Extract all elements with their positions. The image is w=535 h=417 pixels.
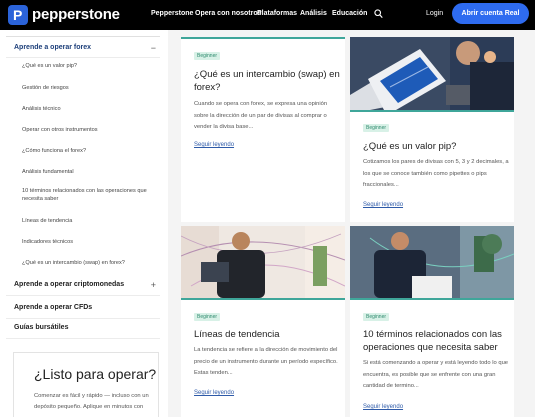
level-badge: Beginner — [363, 313, 390, 321]
sidebar-section-cripto[interactable]: Aprende a operar criptomonedas + — [6, 274, 160, 296]
article-card[interactable]: Beginner ¿Qué es un intercambio (swap) e… — [181, 37, 345, 222]
sidebar-item-otros-instrumentos[interactable]: Operar con otros instrumentos — [22, 126, 160, 134]
card-accent-bar — [181, 298, 345, 300]
sidebar-section-forex[interactable]: Aprende a operar forex − — [6, 36, 160, 58]
card-accent-bar — [350, 110, 514, 112]
sidebar-item-gestion-riesgos[interactable]: Gestión de riesgos — [22, 84, 160, 92]
article-image[interactable] — [350, 226, 514, 298]
nav-link-educacion[interactable]: Educación — [332, 10, 367, 17]
search-icon[interactable] — [374, 9, 383, 19]
expand-icon[interactable]: + — [151, 274, 156, 296]
logo-letter: P — [13, 7, 23, 23]
card-accent-bar — [350, 298, 514, 300]
sidebar-item-analisis-fundamental[interactable]: Análisis fundamental — [22, 168, 160, 176]
article-excerpt: Si está comenzando a operar y está leyen… — [363, 360, 509, 389]
nav-link-plataformas[interactable]: Plataformas — [257, 10, 297, 17]
level-badge: Beginner — [363, 124, 390, 132]
collapse-icon[interactable]: − — [151, 37, 156, 59]
sidebar-item-valor-pip[interactable]: ¿Qué es un valor pip? — [22, 62, 160, 70]
top-navigation: P pepperstone Pepperstone Opera con noso… — [0, 0, 535, 30]
sidebar-item-analisis-tecnico[interactable]: Análisis técnico — [22, 105, 160, 113]
read-more-link[interactable]: Seguir leyendo — [363, 404, 403, 410]
article-excerpt: La tendencia se refiere a la dirección d… — [194, 347, 338, 376]
sidebar-item-10-terminos[interactable]: 10 términos relacionados con las operaci… — [22, 187, 160, 203]
article-card[interactable]: Beginner Líneas de tendencia La tendenci… — [181, 226, 345, 417]
promo-title: ¿Listo para operar? — [34, 366, 157, 382]
article-title[interactable]: Líneas de tendencia — [194, 328, 340, 341]
article-image[interactable] — [350, 37, 514, 110]
article-excerpt: Cotizamos los pares de divisas con 5, 3 … — [363, 159, 509, 188]
article-card[interactable]: Beginner 10 términos relacionados con la… — [350, 226, 514, 417]
pepperstone-logo-icon[interactable]: P — [8, 5, 28, 25]
sidebar-section-label: Aprende a operar CFDs — [14, 304, 93, 311]
ready-to-trade-box: ¿Listo para operar? Comenzar es fácil y … — [13, 352, 159, 417]
sidebar-section-label: Guías bursátiles — [14, 324, 69, 331]
sidebar-item-indicadores-tecnicos[interactable]: Indicadores técnicos — [22, 238, 160, 246]
read-more-link[interactable]: Seguir leyendo — [194, 142, 234, 148]
brand-name[interactable]: pepperstone — [32, 6, 120, 23]
article-title[interactable]: 10 términos relacionados con las operaci… — [363, 328, 509, 354]
nav-link-opera-con-nosotros[interactable]: Opera con nosotros — [195, 10, 262, 17]
sidebar-item-lineas-tendencia[interactable]: Líneas de tendencia — [22, 217, 160, 225]
article-title[interactable]: ¿Qué es un intercambio (swap) en forex? — [194, 68, 340, 94]
card-accent-bar — [181, 37, 345, 39]
article-image[interactable] — [181, 226, 345, 298]
sidebar-item-intercambio-swap[interactable]: ¿Qué es un intercambio (swap) en forex? — [22, 259, 160, 267]
open-real-account-button[interactable]: Abrir cuenta Real — [452, 3, 529, 24]
level-badge: Beginner — [194, 52, 221, 60]
read-more-link[interactable]: Seguir leyendo — [194, 390, 234, 396]
nav-link-analisis[interactable]: Análisis — [300, 10, 327, 17]
promo-text: Comenzar es fácil y rápido — incluso con… — [34, 393, 149, 410]
sidebar-section-cfds[interactable]: Aprende a operar CFDs — [6, 297, 160, 319]
level-badge: Beginner — [194, 313, 221, 321]
article-title[interactable]: ¿Qué es un valor pip? — [363, 140, 509, 153]
sidebar-section-label: Aprende a operar forex — [14, 44, 92, 51]
login-link[interactable]: Login — [426, 10, 443, 17]
article-excerpt: Cuando se opera con forex, se expresa un… — [194, 101, 328, 130]
sidebar-section-guias-bursatiles[interactable]: Guías bursátiles — [6, 317, 160, 339]
nav-link-pepperstone[interactable]: Pepperstone — [151, 10, 193, 17]
read-more-link[interactable]: Seguir leyendo — [363, 202, 403, 208]
article-card[interactable]: Beginner ¿Qué es un valor pip? Cotizamos… — [350, 37, 514, 222]
sidebar-item-como-funciona-forex[interactable]: ¿Cómo funciona el forex? — [22, 147, 160, 155]
sidebar-section-label: Aprende a operar criptomonedas — [14, 281, 125, 288]
